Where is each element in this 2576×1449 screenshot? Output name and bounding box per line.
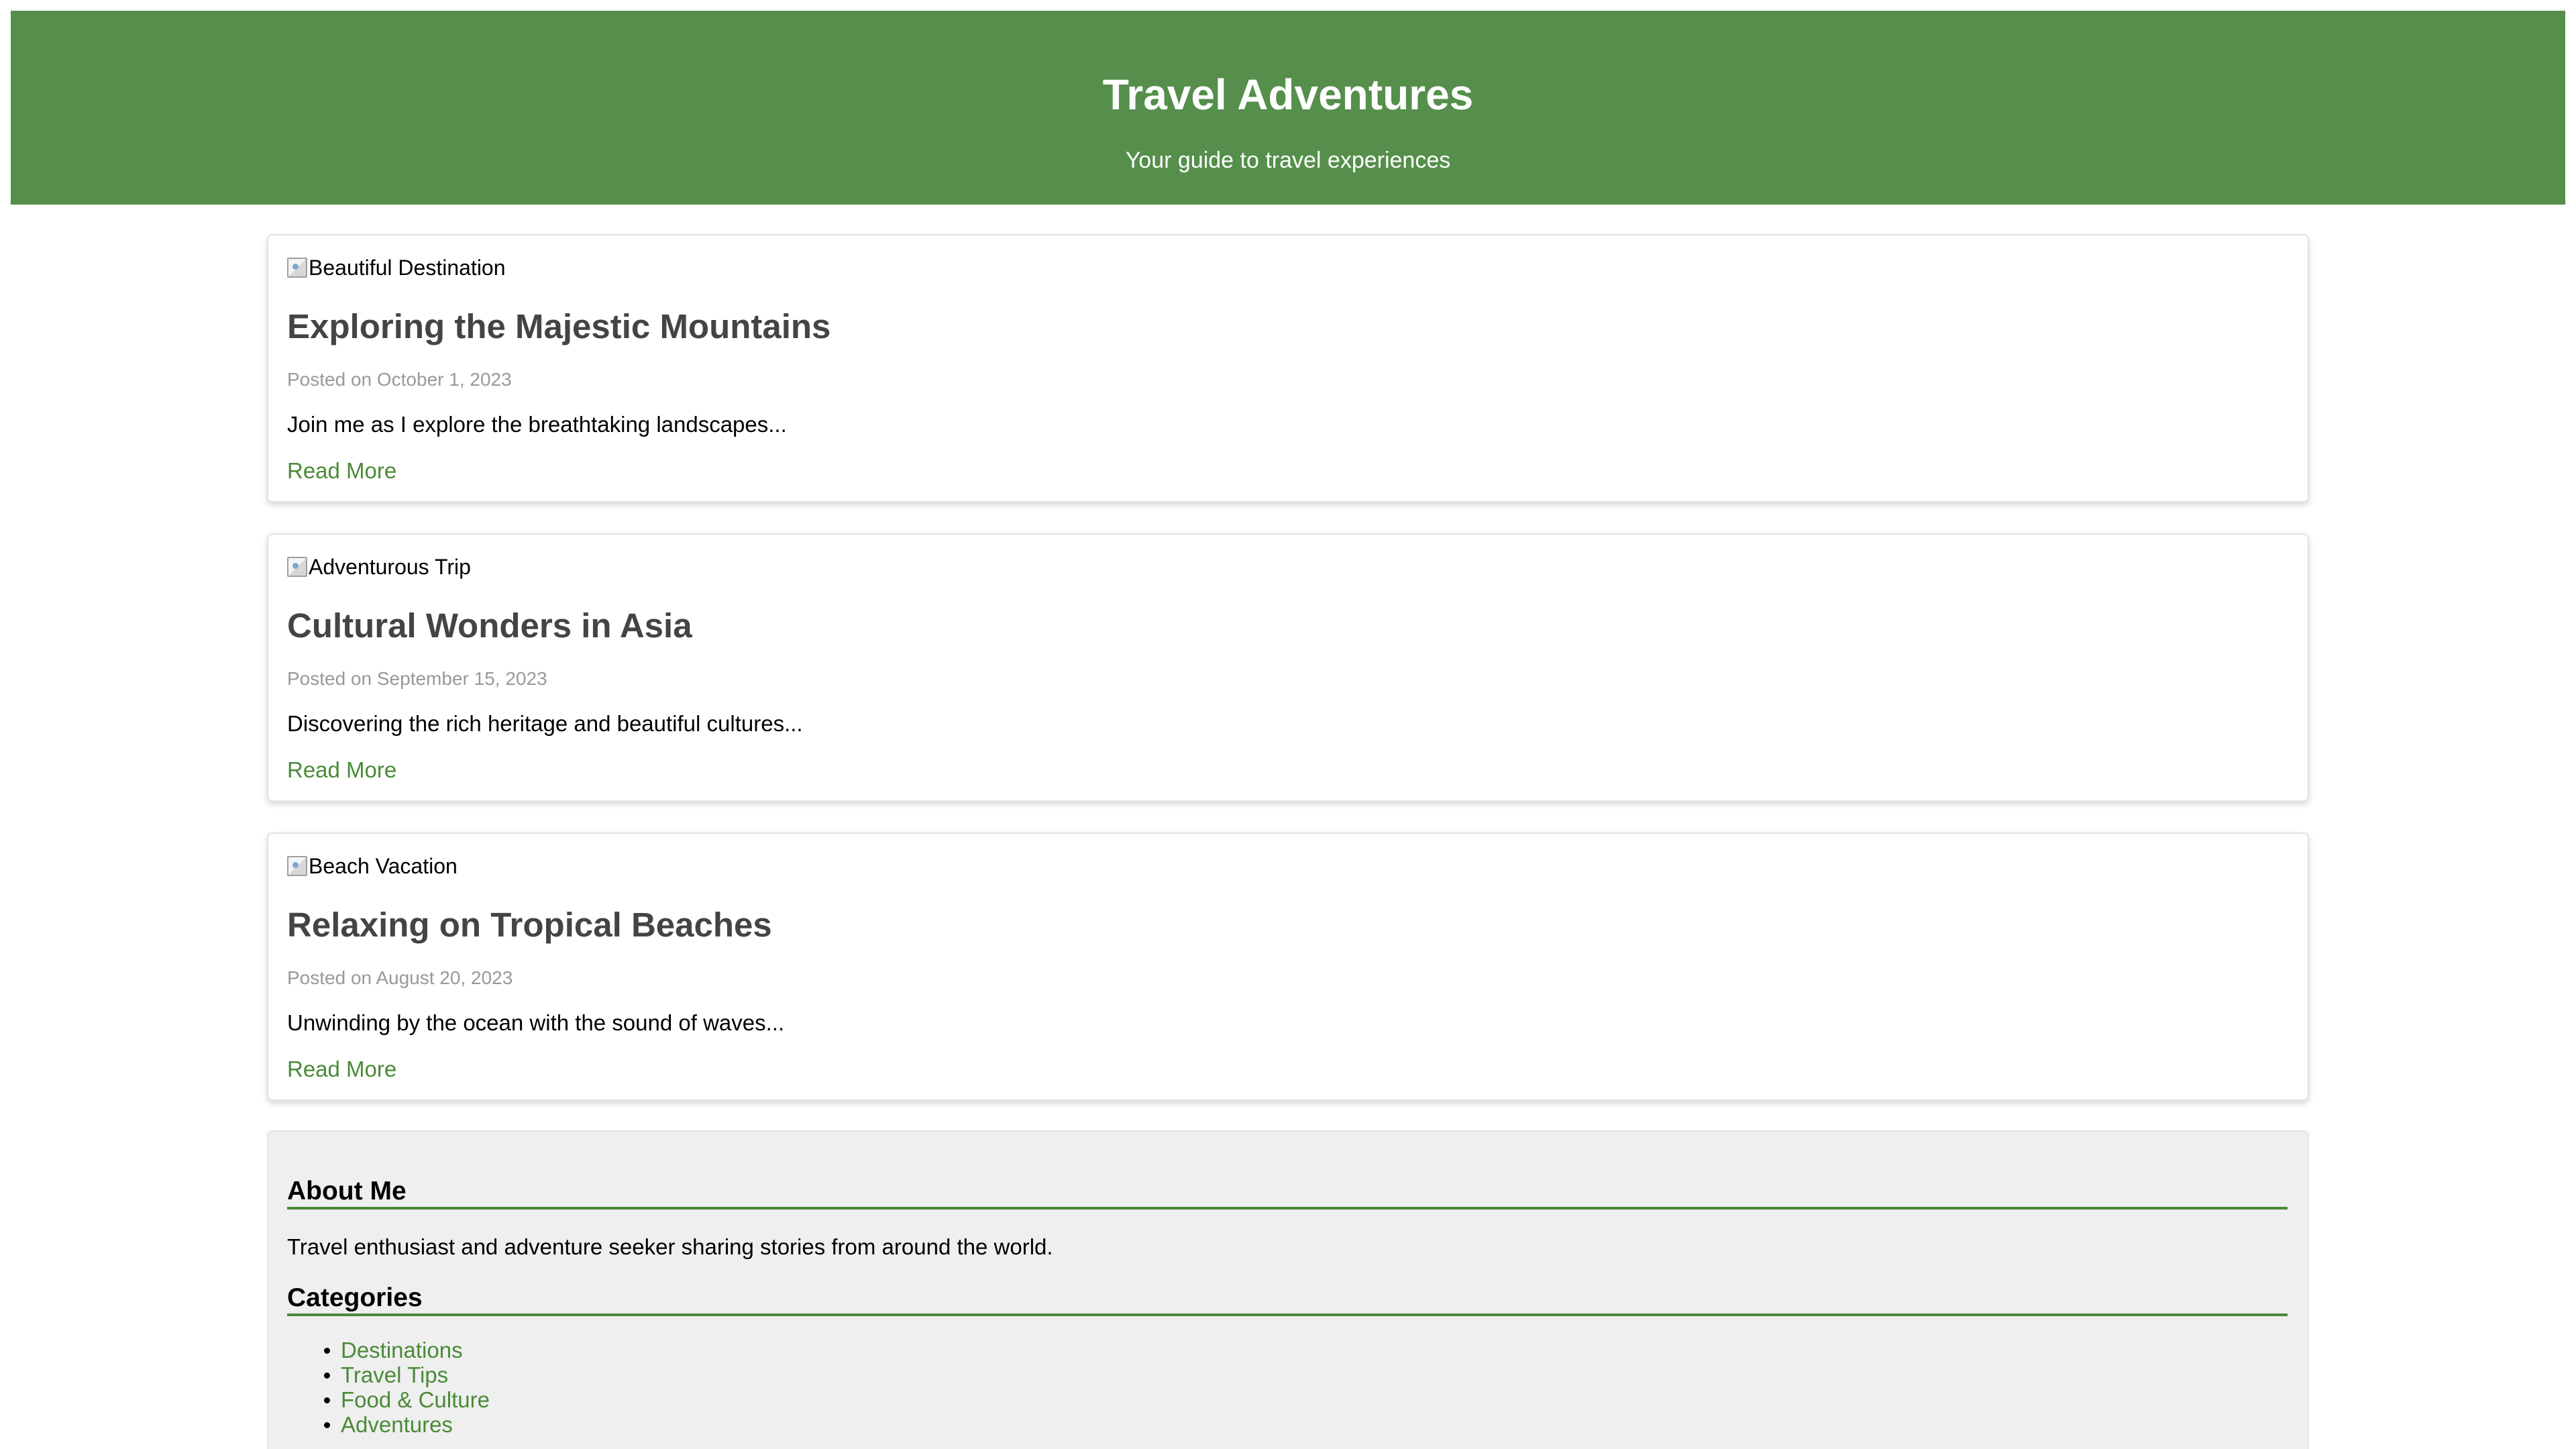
bullet-icon bbox=[324, 1422, 330, 1428]
category-item: Food & Culture bbox=[287, 1387, 490, 1412]
site-tagline: Your guide to travel experiences bbox=[1125, 148, 1451, 173]
category-item: Destinations bbox=[287, 1338, 490, 1362]
post-image: Adventurous Trip bbox=[287, 553, 471, 580]
post-image-alt-text: Beautiful Destination bbox=[309, 255, 506, 280]
post-excerpt: Discovering the rich heritage and beauti… bbox=[287, 711, 803, 736]
post-date: Posted on October 1, 2023 bbox=[287, 369, 512, 390]
about-me-heading: About Me bbox=[287, 1176, 2288, 1210]
broken-image-icon bbox=[287, 258, 307, 278]
post-image-alt-text: Adventurous Trip bbox=[309, 554, 471, 579]
post-image: Beautiful Destination bbox=[287, 254, 506, 281]
blog-post-card: Beautiful Destination Exploring the Maje… bbox=[267, 234, 2309, 502]
read-more-link[interactable]: Read More bbox=[287, 456, 396, 486]
category-link-destinations[interactable]: Destinations bbox=[341, 1338, 463, 1362]
categories-heading: Categories bbox=[287, 1283, 2288, 1316]
sidebar: About Me Travel enthusiast and adventure… bbox=[267, 1130, 2309, 1449]
site-title: Travel Adventures bbox=[1102, 70, 1474, 119]
broken-image-icon bbox=[287, 557, 307, 577]
post-excerpt: Join me as I explore the breathtaking la… bbox=[287, 412, 787, 437]
bullet-icon bbox=[324, 1373, 330, 1379]
blog-post-card: Beach Vacation Relaxing on Tropical Beac… bbox=[267, 833, 2309, 1101]
site-header: Travel Adventures Your guide to travel e… bbox=[11, 11, 2565, 205]
post-image: Beach Vacation bbox=[287, 853, 458, 879]
category-list: Destinations Travel Tips Food & Culture … bbox=[287, 1338, 490, 1437]
post-image-alt-text: Beach Vacation bbox=[309, 853, 458, 878]
read-more-link[interactable]: Read More bbox=[287, 755, 396, 785]
post-title: Relaxing on Tropical Beaches bbox=[287, 906, 772, 944]
category-link-food-culture[interactable]: Food & Culture bbox=[341, 1387, 490, 1412]
post-excerpt: Unwinding by the ocean with the sound of… bbox=[287, 1010, 785, 1035]
bullet-icon bbox=[324, 1397, 330, 1403]
travel-blog-page: Travel Adventures Your guide to travel e… bbox=[0, 0, 2576, 1449]
post-date: Posted on September 15, 2023 bbox=[287, 668, 547, 689]
post-title: Exploring the Majestic Mountains bbox=[287, 307, 831, 345]
post-date: Posted on August 20, 2023 bbox=[287, 967, 513, 988]
blog-post-card: Adventurous Trip Cultural Wonders in Asi… bbox=[267, 533, 2309, 802]
broken-image-icon bbox=[287, 856, 307, 876]
bullet-icon bbox=[324, 1348, 330, 1354]
post-title: Cultural Wonders in Asia bbox=[287, 606, 692, 645]
category-item: Travel Tips bbox=[287, 1362, 490, 1387]
read-more-link[interactable]: Read More bbox=[287, 1055, 396, 1084]
category-item: Adventures bbox=[287, 1412, 490, 1437]
about-me-text: Travel enthusiast and adventure seeker s… bbox=[287, 1234, 1053, 1259]
category-link-adventures[interactable]: Adventures bbox=[341, 1412, 453, 1437]
category-link-travel-tips[interactable]: Travel Tips bbox=[341, 1362, 448, 1387]
